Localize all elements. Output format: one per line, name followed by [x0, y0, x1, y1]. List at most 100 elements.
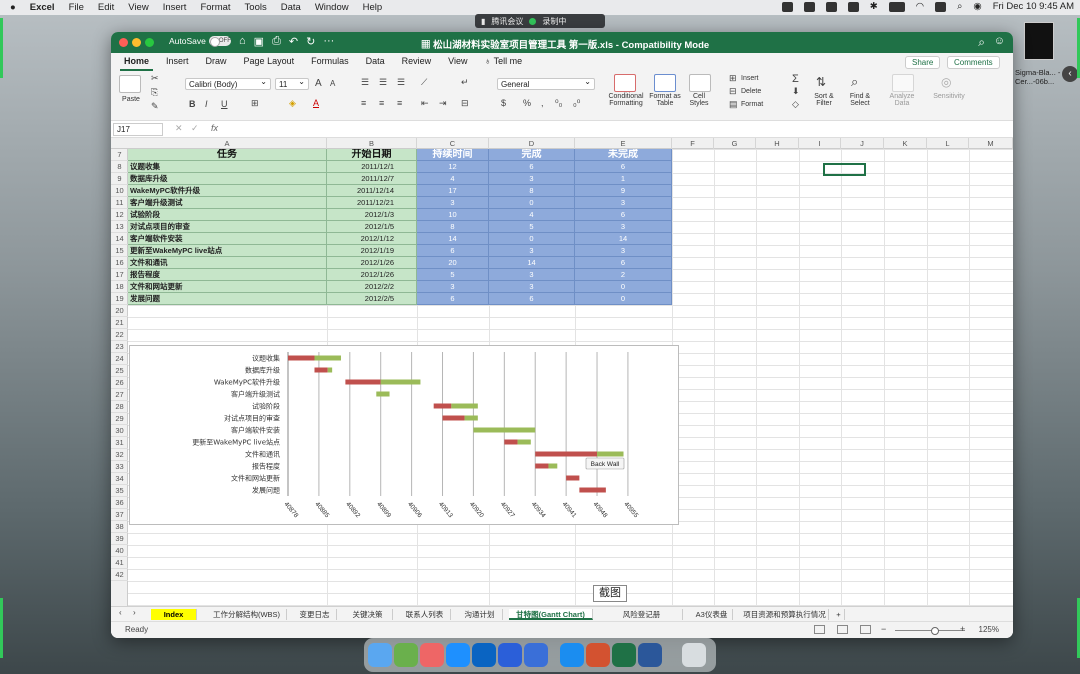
font-family-select[interactable]: Calibri (Body) [185, 76, 271, 90]
cell-done[interactable]: 8 [489, 185, 575, 197]
sort-filter-label[interactable]: Sort & Filter [811, 93, 837, 107]
next-sheet-icon[interactable]: › [133, 608, 136, 617]
row-header-12[interactable]: 12 [111, 209, 128, 221]
cell-duration[interactable]: 4 [417, 173, 489, 185]
menu-file[interactable]: File [69, 2, 84, 13]
zoom-out-icon[interactable]: − [881, 624, 886, 634]
tab-review[interactable]: Review [398, 53, 436, 71]
cell-start-date[interactable]: 2012/2/2 [327, 281, 417, 293]
status-icon-1[interactable] [781, 1, 793, 12]
autosum-icon[interactable]: Σ [792, 73, 799, 85]
cell-task[interactable]: 议题收集 [128, 161, 327, 173]
minimize-window-icon[interactable] [132, 38, 141, 47]
format-table-icon[interactable] [654, 74, 676, 92]
input-source-icon[interactable] [935, 1, 947, 12]
row-header-31[interactable]: 31 [111, 437, 128, 449]
row-header-26[interactable]: 26 [111, 377, 128, 389]
cell-remaining[interactable]: 6 [575, 257, 672, 269]
fill-icon[interactable]: ⬇ [792, 86, 800, 97]
sheet-tab[interactable]: 甘特图(Gantt Chart) [509, 609, 593, 620]
spotlight-icon[interactable]: ⌕ [957, 1, 962, 12]
row-header-27[interactable]: 27 [111, 389, 128, 401]
number-format-select[interactable]: General [497, 76, 595, 90]
bold-icon[interactable]: B [189, 99, 196, 109]
row-header-23[interactable]: 23 [111, 341, 128, 353]
tab-draw[interactable]: Draw [202, 53, 231, 71]
cell-duration[interactable]: 12 [417, 161, 489, 173]
indent-icon[interactable]: ⇤ [421, 98, 429, 109]
cell-start-date[interactable]: 2011/12/1 [327, 161, 417, 173]
borders-icon[interactable]: ⊞ [251, 98, 259, 109]
menu-tools[interactable]: Tools [245, 2, 267, 13]
cell-duration[interactable]: 3 [417, 281, 489, 293]
launchpad-icon[interactable] [420, 643, 444, 667]
cell-remaining[interactable]: 1 [575, 173, 672, 185]
align-right-icon[interactable]: ≡ [397, 98, 402, 108]
row-header-22[interactable]: 22 [111, 329, 128, 341]
undo-icon[interactable]: ↶ [289, 35, 298, 48]
delete-label[interactable]: Delete [741, 88, 761, 95]
row-header-39[interactable]: 39 [111, 533, 128, 545]
column-header-a[interactable]: A [128, 138, 327, 149]
column-header-i[interactable]: I [799, 138, 841, 149]
decrease-decimal-icon[interactable]: ₀⁰ [573, 98, 580, 109]
column-header-g[interactable]: G [714, 138, 756, 149]
paste-icon[interactable] [119, 75, 141, 93]
cell-start-date[interactable]: 2011/12/7 [327, 173, 417, 185]
cell-start-date[interactable]: 2012/1/26 [327, 269, 417, 281]
tab-insert[interactable]: Insert [162, 53, 193, 71]
orientation-icon[interactable]: ⟋ [421, 77, 427, 88]
cell-start-date[interactable]: 2012/1/19 [327, 245, 417, 257]
cell-styles-icon[interactable] [689, 74, 711, 92]
wrap-text-icon[interactable]: ↵ [461, 77, 469, 88]
page-break-view-icon[interactable] [860, 625, 871, 634]
print-icon[interactable]: ⎙ [272, 35, 281, 48]
cell-done[interactable]: 6 [489, 293, 575, 305]
normal-view-icon[interactable] [814, 625, 825, 634]
header-task[interactable]: 任务 [128, 149, 327, 161]
cell-done[interactable]: 5 [489, 221, 575, 233]
cell-duration[interactable]: 10 [417, 209, 489, 221]
header-done[interactable]: 完成 [489, 149, 575, 161]
row-header-37[interactable]: 37 [111, 509, 128, 521]
grow-font-icon[interactable]: A [315, 78, 322, 89]
column-header-f[interactable]: F [672, 138, 714, 149]
row-header-10[interactable]: 10 [111, 185, 128, 197]
row-header-7[interactable]: 7 [111, 149, 128, 161]
cell-done[interactable]: 3 [489, 245, 575, 257]
more-icon[interactable]: ··· [323, 35, 334, 48]
sheet-tab[interactable]: A3仪表盘 [691, 609, 733, 620]
row-header-29[interactable]: 29 [111, 413, 128, 425]
clock[interactable]: Fri Dec 10 9:45 AM [993, 1, 1074, 12]
cell-task[interactable]: 对试点项目的审查 [128, 221, 327, 233]
conditional-formatting-label[interactable]: Conditional Formatting [607, 93, 645, 107]
battery-icon[interactable] [888, 1, 905, 12]
cell-duration[interactable]: 8 [417, 221, 489, 233]
word-icon[interactable] [638, 643, 662, 667]
status-icon-4[interactable] [847, 1, 859, 12]
header-duration[interactable]: 持续时间 [417, 149, 489, 161]
cell-duration[interactable]: 17 [417, 185, 489, 197]
column-header-c[interactable]: C [417, 138, 489, 149]
column-header-h[interactable]: H [756, 138, 799, 149]
cell-remaining[interactable]: 3 [575, 245, 672, 257]
sheet-tab[interactable]: 关键决策 [343, 609, 393, 620]
align-top-icon[interactable]: ☰ [361, 77, 369, 88]
align-center-icon[interactable]: ≡ [379, 98, 384, 108]
row-header-25[interactable]: 25 [111, 365, 128, 377]
app-icon[interactable] [524, 643, 548, 667]
enter-formula-icon[interactable]: ✓ [191, 123, 199, 134]
zoom-window-icon[interactable] [145, 38, 154, 47]
menu-window[interactable]: Window [315, 2, 349, 13]
menu-edit[interactable]: Edit [98, 2, 114, 13]
delete-cells-icon[interactable]: ⊟ [729, 86, 737, 97]
row-header-16[interactable]: 16 [111, 257, 128, 269]
cell-done[interactable]: 0 [489, 197, 575, 209]
analyze-data-icon[interactable] [892, 74, 914, 92]
column-header-j[interactable]: J [841, 138, 884, 149]
align-middle-icon[interactable]: ☰ [379, 77, 387, 88]
autosave-toggle[interactable]: AutoSave OFF [169, 36, 231, 47]
cell-done[interactable]: 3 [489, 281, 575, 293]
menu-help[interactable]: Help [363, 2, 383, 13]
cancel-formula-icon[interactable]: ✕ [175, 123, 183, 134]
